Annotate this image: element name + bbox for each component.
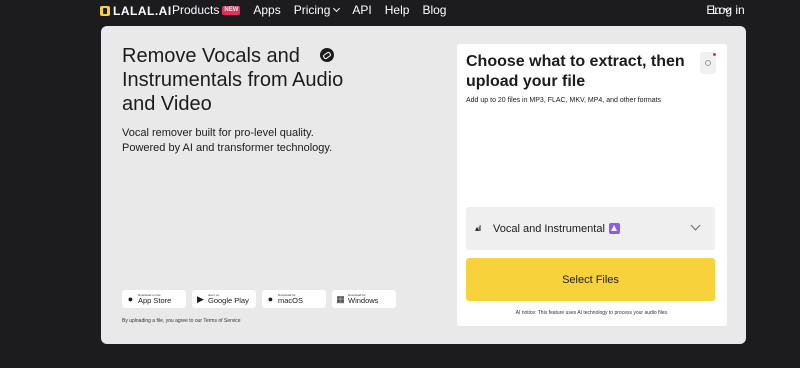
panel-title: Choose what to extract, then upload your… [466, 53, 685, 90]
windows-icon: ▦ [336, 293, 345, 304]
ai-badge-icon [608, 223, 620, 234]
stem-selector-label: Vocal and Instrumental [493, 222, 605, 235]
nav-item-blog[interactable]: Blog [422, 3, 446, 17]
nav-item-products[interactable]: Products NEW [172, 3, 241, 17]
macos-badge[interactable]: ● Download for macOS [262, 290, 326, 308]
app-store-badge[interactable]: ● Download on the App Store [122, 290, 186, 308]
logo-text: LALAL.AI [113, 4, 172, 18]
nav-api-label: API [352, 3, 372, 17]
store-name: macOS [278, 295, 304, 305]
google-play-icon: ▶ [197, 293, 204, 304]
nav-item-apps[interactable]: Apps [253, 3, 280, 17]
hero-card: Remove Vocals and Instrumentals from Aud… [101, 26, 746, 344]
upload-panel: Choose what to extract, then upload your… [457, 44, 727, 326]
hero-subtitle: Vocal remover built for pro-level qualit… [122, 127, 333, 154]
chevron-down-icon [333, 4, 341, 13]
chat-icon [320, 48, 334, 62]
nav-item-help[interactable]: Help [385, 3, 410, 17]
store-name: Windows [348, 295, 379, 305]
notification-dot [713, 53, 716, 56]
chevron-down-icon [690, 220, 701, 231]
top-navigation: LALAL.AI Products NEW Apps Pricing API H… [0, 0, 800, 22]
store-name: Google Play [208, 295, 249, 305]
nav-blog-label: Blog [422, 3, 447, 17]
nav-help-label: Help [384, 3, 410, 17]
new-badge: NEW [222, 5, 241, 15]
terms-notice: By uploading a file, you agree to our Te… [122, 318, 241, 324]
nav-products-label: Products [172, 3, 220, 17]
login-link[interactable]: Log in [712, 3, 745, 17]
nav-menu: Products NEW Apps Pricing API Help Blog [172, 3, 446, 17]
ai-notice: AI notice: This feature uses AI technolo… [515, 310, 669, 316]
select-files-button[interactable]: Select Files [466, 258, 715, 301]
waveform-icon: ▴ıl [475, 224, 481, 233]
windows-badge[interactable]: ▦ Download for Windows [332, 290, 396, 308]
panel-subtitle: Add up to 20 files in MP3, FLAC, MKV, MP… [466, 97, 662, 104]
gear-icon [705, 60, 711, 66]
apple-icon: ● [127, 293, 134, 304]
logo-icon [100, 6, 110, 16]
nav-pricing-label: Pricing [293, 3, 331, 17]
google-play-badge[interactable]: ▶ Get it on Google Play [192, 290, 256, 308]
hero-title: Remove Vocals and Instrumentals from Aud… [122, 45, 344, 115]
nav-apps-label: Apps [253, 3, 281, 17]
logo[interactable]: LALAL.AI [100, 4, 172, 18]
stem-selector[interactable]: ▴ıl Vocal and Instrumental [466, 207, 715, 250]
store-name: App Store [138, 295, 172, 305]
store-badges: ● Download on the App Store ▶ Get it on … [122, 290, 396, 308]
nav-item-api[interactable]: API [352, 3, 371, 17]
nav-item-pricing[interactable]: Pricing [293, 3, 341, 17]
macos-icon: ● [267, 293, 274, 304]
